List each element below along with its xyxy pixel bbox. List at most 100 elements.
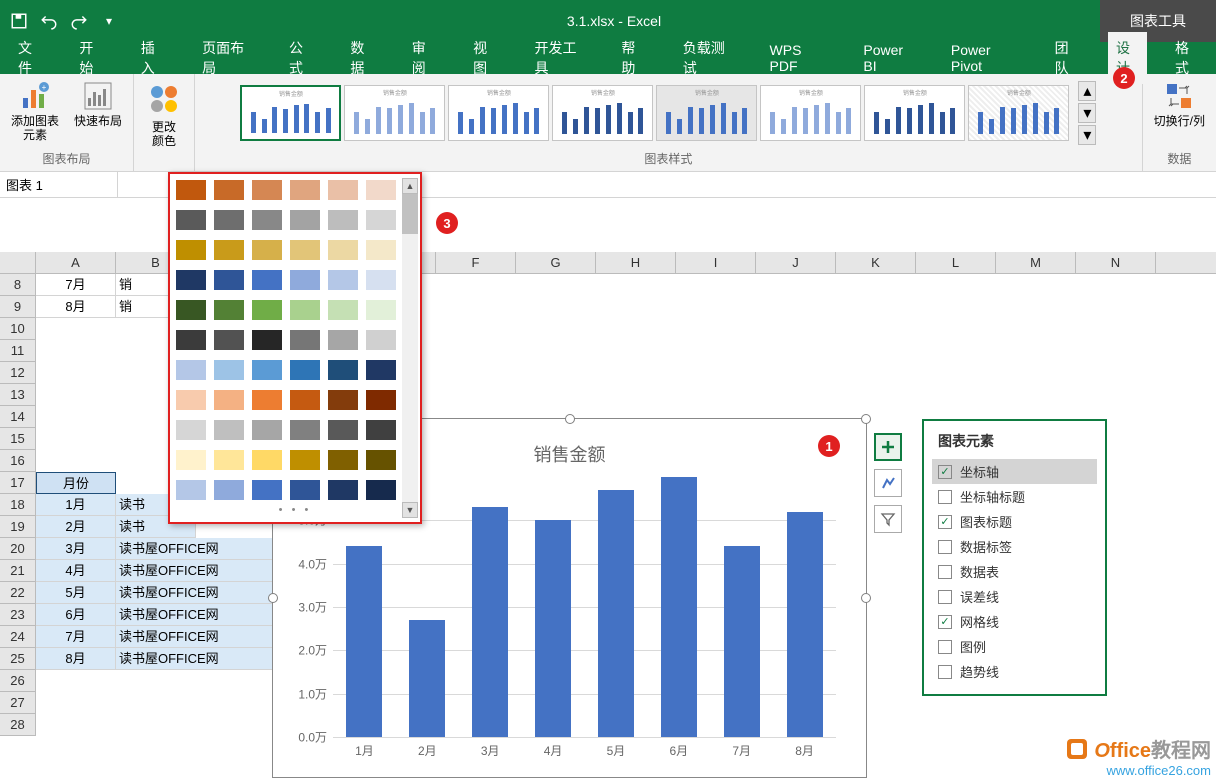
color-swatch-6-0[interactable] [176,360,206,380]
color-swatch-7-4[interactable] [328,390,358,410]
cell-A22[interactable]: 5月 [36,582,116,604]
checkbox-icon[interactable] [938,490,952,504]
chart-element-0[interactable]: ✓坐标轴 [932,459,1097,484]
color-swatch-8-4[interactable] [328,420,358,440]
add-chart-element-button[interactable]: + 添加图表 元素 [5,77,65,148]
col-M[interactable]: M [996,252,1076,273]
color-swatch-0-0[interactable] [176,180,206,200]
color-swatch-5-3[interactable] [290,330,320,350]
row-15[interactable]: 15 [0,428,36,450]
color-swatch-2-2[interactable] [252,240,282,260]
color-swatch-9-1[interactable] [214,450,244,470]
color-swatch-10-0[interactable] [176,480,206,500]
cell-A21[interactable]: 4月 [36,560,116,582]
color-swatch-3-2[interactable] [252,270,282,290]
color-swatch-1-3[interactable] [290,210,320,230]
qat-dropdown-icon[interactable]: ▾ [100,12,118,30]
col-A[interactable]: A [36,252,116,273]
cell-A8[interactable]: 7月 [36,274,116,296]
color-swatch-3-3[interactable] [290,270,320,290]
color-swatch-9-0[interactable] [176,450,206,470]
bar-7月[interactable] [724,546,760,737]
style-scroll-up-icon[interactable]: ▴ [1078,81,1096,101]
color-swatch-3-5[interactable] [366,270,396,290]
col-N[interactable]: N [1076,252,1156,273]
color-swatch-5-4[interactable] [328,330,358,350]
cell-A24[interactable]: 7月 [36,626,116,648]
bar-4月[interactable] [535,520,571,737]
resize-handle-ne[interactable] [861,414,871,424]
color-swatch-6-4[interactable] [328,360,358,380]
chart-element-4[interactable]: 数据表 [938,559,1091,584]
row-23[interactable]: 23 [0,604,36,626]
select-all-corner[interactable] [0,252,36,273]
col-G[interactable]: G [516,252,596,273]
switch-row-col-button[interactable]: 切换行/列 [1148,77,1211,148]
bar-2月[interactable] [409,620,445,737]
color-swatch-2-4[interactable] [328,240,358,260]
palette-more-icon[interactable]: • • • [176,500,414,516]
color-swatch-6-3[interactable] [290,360,320,380]
bar-3月[interactable] [472,507,508,737]
scroll-up-icon[interactable]: ▲ [402,178,418,194]
chart-element-7[interactable]: 图例 [938,634,1091,659]
row-18[interactable]: 18 [0,494,36,516]
color-swatch-1-1[interactable] [214,210,244,230]
color-swatch-7-3[interactable] [290,390,320,410]
chart-element-2[interactable]: ✓图表标题 [938,509,1091,534]
row-28[interactable]: 28 [0,714,36,736]
col-K[interactable]: K [836,252,916,273]
style-scroll-more-icon[interactable]: ▾ [1078,125,1096,145]
row-17[interactable]: 17 [0,472,36,494]
color-swatch-9-4[interactable] [328,450,358,470]
color-swatch-4-5[interactable] [366,300,396,320]
row-25[interactable]: 25 [0,648,36,670]
checkbox-icon[interactable]: ✓ [938,515,952,529]
color-swatch-6-2[interactable] [252,360,282,380]
color-swatch-10-3[interactable] [290,480,320,500]
color-swatch-5-0[interactable] [176,330,206,350]
color-swatch-6-5[interactable] [366,360,396,380]
color-swatch-4-3[interactable] [290,300,320,320]
chart-element-1[interactable]: 坐标轴标题 [938,484,1091,509]
color-swatch-1-2[interactable] [252,210,282,230]
color-swatch-0-4[interactable] [328,180,358,200]
color-swatch-0-5[interactable] [366,180,396,200]
cell-A9[interactable]: 8月 [36,296,116,318]
cell-A20[interactable]: 3月 [36,538,116,560]
color-swatch-8-1[interactable] [214,420,244,440]
col-L[interactable]: L [916,252,996,273]
color-swatch-5-1[interactable] [214,330,244,350]
checkbox-icon[interactable] [938,665,952,679]
chart-style-3[interactable]: 销售金额 [448,85,549,141]
checkbox-icon[interactable]: ✓ [938,615,952,629]
color-swatch-9-2[interactable] [252,450,282,470]
row-22[interactable]: 22 [0,582,36,604]
color-swatch-9-5[interactable] [366,450,396,470]
cell-B24[interactable]: 读书屋OFFICE网 [116,626,276,648]
cell-A17[interactable]: 月份 [36,472,116,494]
color-swatch-7-0[interactable] [176,390,206,410]
bar-8月[interactable] [787,512,823,737]
chart-style-1[interactable]: 销售金额 [240,85,341,141]
cell-B21[interactable]: 读书屋OFFICE网 [116,560,276,582]
chart-style-2[interactable]: 销售金额 [344,85,445,141]
row-16[interactable]: 16 [0,450,36,472]
color-swatch-10-5[interactable] [366,480,396,500]
row-13[interactable]: 13 [0,384,36,406]
chart-element-5[interactable]: 误差线 [938,584,1091,609]
color-swatch-9-3[interactable] [290,450,320,470]
color-swatch-3-0[interactable] [176,270,206,290]
chart-style-7[interactable]: 销售金额 [864,85,965,141]
color-swatch-6-1[interactable] [214,360,244,380]
color-swatch-2-5[interactable] [366,240,396,260]
checkbox-icon[interactable] [938,540,952,554]
palette-scrollbar[interactable]: ▲ ▼ [402,178,418,518]
chart-element-8[interactable]: 趋势线 [938,659,1091,684]
color-swatch-7-5[interactable] [366,390,396,410]
row-8[interactable]: 8 [0,274,36,296]
chart-style-8[interactable]: 销售金额 [968,85,1069,141]
chart-filter-button[interactable] [874,505,902,533]
col-J[interactable]: J [756,252,836,273]
color-swatch-0-3[interactable] [290,180,320,200]
